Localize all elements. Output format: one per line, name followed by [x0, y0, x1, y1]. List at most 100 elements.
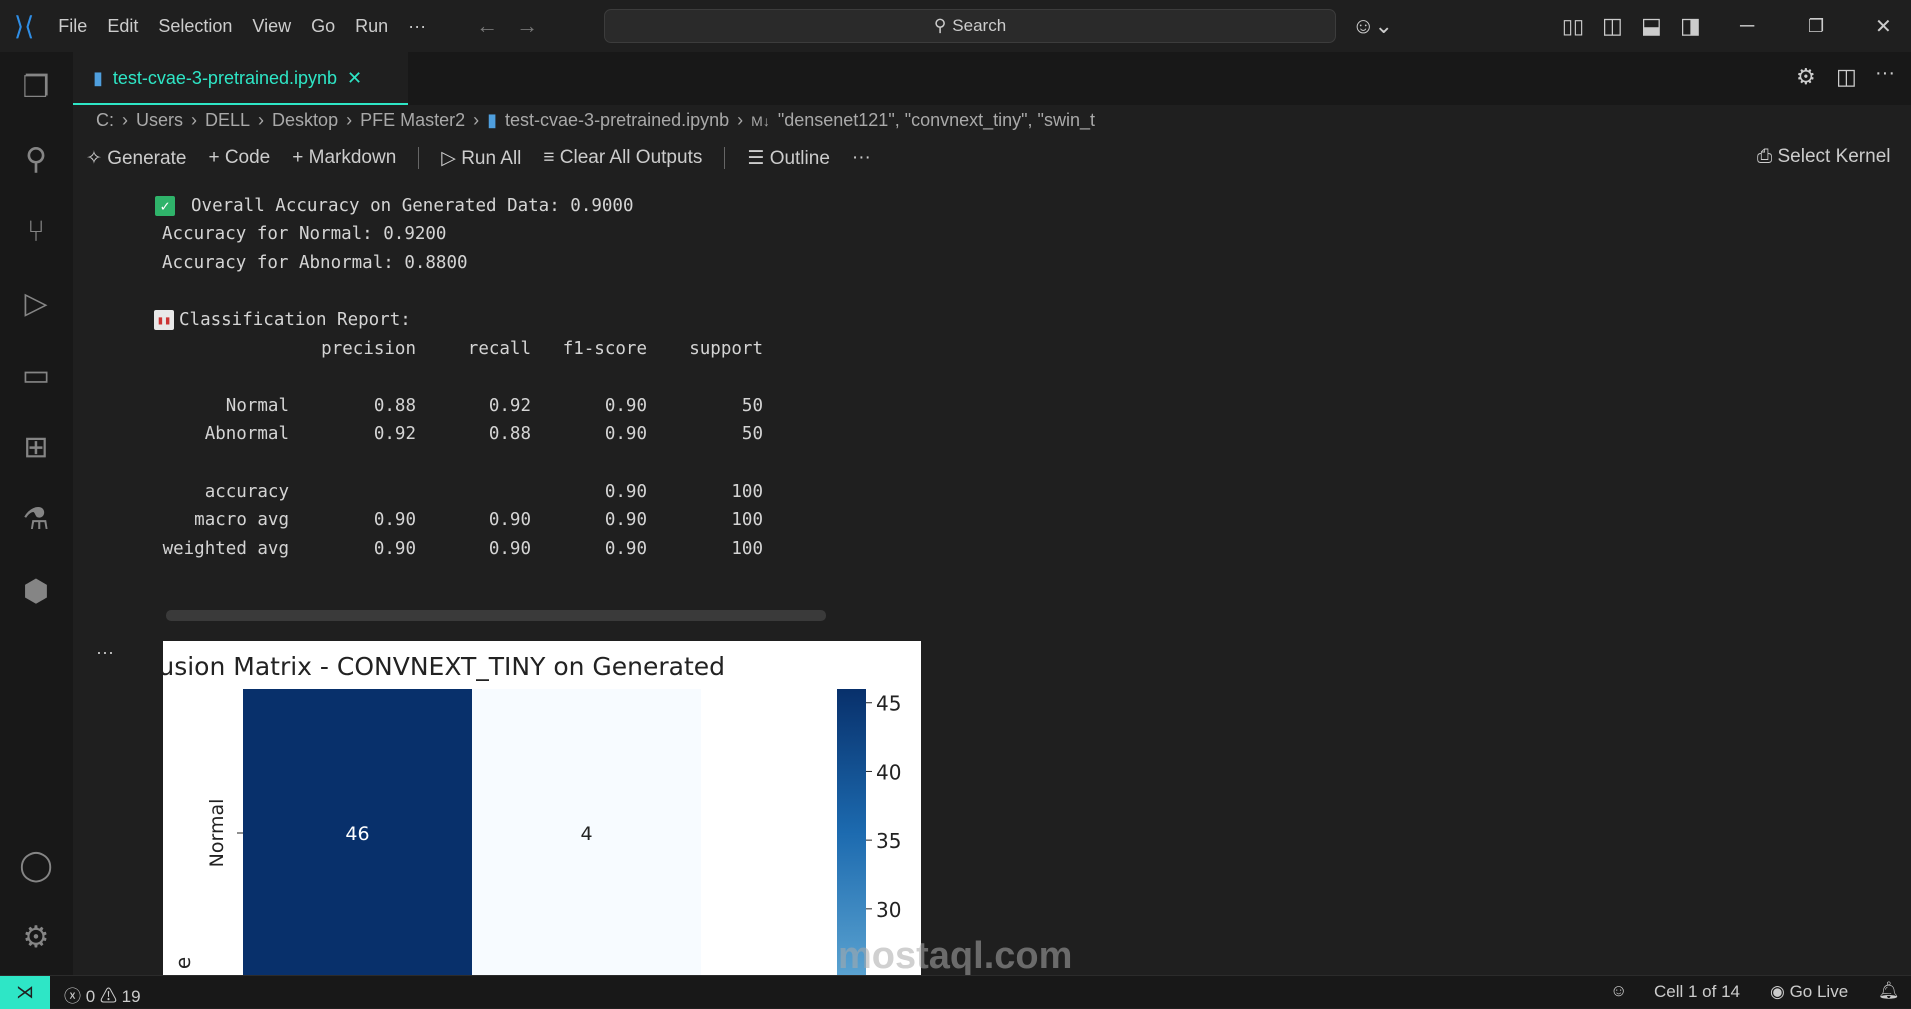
remote-explorer-icon[interactable]: ▭	[16, 356, 56, 396]
colorbar-tick-label: 45	[876, 692, 901, 716]
abnormal-accuracy: Accuracy for Abnormal: 0.8800	[162, 253, 468, 273]
menu-edit[interactable]: Edit	[97, 16, 148, 37]
menu-go[interactable]: Go	[301, 16, 345, 37]
close-icon[interactable]: ✕	[1875, 14, 1892, 39]
split-editor-icon[interactable]: ◫	[1836, 64, 1857, 90]
breadcrumb-item[interactable]: Users	[136, 110, 183, 131]
menu-selection[interactable]: Selection	[148, 16, 242, 37]
warning-icon: ⚠	[99, 987, 117, 1006]
bell-icon[interactable]: 🔔︎	[1878, 981, 1900, 1001]
add-markdown-button[interactable]: + Markdown	[292, 147, 396, 169]
cell-indicator[interactable]: Cell 1 of 14	[1654, 982, 1740, 1002]
notebook-file-icon: ▮	[487, 110, 498, 130]
tab-bar: ▮ test-cvae-3-pretrained.ipynb ✕ ⚙ ◫ ···	[73, 52, 1911, 105]
menu-more[interactable]: ···	[398, 16, 436, 37]
error-icon: ⓧ	[64, 987, 81, 1006]
minimize-icon[interactable]: ─	[1740, 15, 1754, 38]
problems-button[interactable]: ⓧ 0 ⚠ 19	[64, 982, 141, 1007]
chevron-right-icon: ›	[346, 110, 353, 130]
generate-label: Generate	[107, 147, 187, 169]
breadcrumb-item[interactable]: test-cvae-3-pretrained.ipynb	[505, 110, 729, 131]
go-live-button[interactable]: ◉ Go Live	[1770, 982, 1848, 1002]
overall-accuracy: Overall Accuracy on Generated Data: 0.90…	[191, 196, 634, 216]
breadcrumb-item[interactable]: C:	[96, 110, 114, 131]
breadcrumb-item[interactable]: PFE Master2	[360, 110, 465, 131]
clear-label: Clear All Outputs	[559, 147, 703, 168]
generate-button[interactable]: ✧ Generate	[86, 147, 186, 170]
run-all-button[interactable]: ▷ Run All	[441, 147, 521, 170]
account-icon[interactable]: ◯	[16, 846, 56, 886]
code-label: Code	[224, 147, 271, 168]
notebook-file-icon: ▮	[93, 68, 103, 88]
toggle-secondary-sidebar-icon[interactable]: ◨	[1680, 13, 1701, 39]
chevron-right-icon: ›	[473, 110, 480, 130]
confusion-matrix-chart: Confusion Matrix - CONVNEXT_TINY on Gene…	[163, 641, 921, 975]
layout-icon[interactable]: ▯▯	[1562, 14, 1584, 39]
source-control-icon[interactable]: ⑂	[16, 212, 56, 252]
cell-value: 46	[345, 823, 369, 845]
sparkle-icon: ✧	[86, 147, 102, 169]
back-arrow-icon[interactable]: ←	[476, 13, 498, 39]
watermark: mostaql.com	[838, 935, 1073, 977]
settings-gear-icon[interactable]: ⚙	[16, 918, 56, 958]
testing-icon[interactable]: ⚗	[16, 500, 56, 540]
search-view-icon[interactable]: ⚲	[16, 140, 56, 180]
toggle-sidebar-icon[interactable]: ◫	[1602, 13, 1623, 39]
row-label: accuracy	[204, 482, 289, 502]
menu-view[interactable]: View	[242, 16, 301, 37]
breadcrumb-item[interactable]: Desktop	[272, 110, 338, 131]
breadcrumb-item[interactable]: DELL	[205, 110, 250, 131]
checkmark-icon: ✓	[155, 196, 175, 216]
add-code-button[interactable]: + Code	[208, 147, 270, 169]
toggle-panel-icon[interactable]: ⬓	[1641, 13, 1662, 39]
status-bar: ⋊ ⓧ 0 ⚠ 19 ☺ Cell 1 of 14 ◉ Go Live 🔔︎	[0, 975, 1911, 1009]
restore-icon[interactable]: ❐	[1808, 16, 1824, 37]
chevron-right-icon: ›	[191, 110, 198, 130]
table-cell: 100	[731, 482, 763, 502]
clear-icon: ≡	[543, 147, 555, 168]
chevron-right-icon: ›	[737, 110, 744, 130]
copilot-icon[interactable]: ☺⌄	[1352, 13, 1393, 39]
breadcrumb-item[interactable]: "densenet121", "convnext_tiny", "swin_t	[778, 110, 1095, 131]
extensions-icon[interactable]: ⊞	[16, 428, 56, 468]
chevron-right-icon: ›	[122, 110, 128, 130]
menu-run[interactable]: Run	[345, 16, 398, 37]
forward-arrow-icon[interactable]: →	[516, 13, 538, 39]
containers-icon[interactable]: ⬢	[16, 572, 56, 612]
list-icon: ☰	[747, 147, 765, 169]
warning-count: 19	[121, 987, 141, 1006]
kernel-label: Select Kernel	[1777, 146, 1891, 167]
tab-close-icon[interactable]: ✕	[347, 68, 362, 89]
broadcast-icon: ◉	[1770, 982, 1785, 1001]
plus-icon: +	[292, 147, 304, 168]
outline-button[interactable]: ☰ Outline	[747, 147, 830, 170]
more-actions-icon[interactable]: ···	[1875, 62, 1895, 85]
normal-accuracy: Accuracy for Normal: 0.9200	[162, 224, 447, 244]
kernel-icon: ⎙	[1757, 146, 1773, 167]
remote-button[interactable]: ⋊	[0, 976, 50, 1009]
horizontal-scrollbar[interactable]	[166, 610, 826, 621]
copilot-status-icon[interactable]: ☺	[1610, 981, 1627, 1001]
notebook-toolbar: ✧ Generate + Code + Markdown ▷ Run All ≡…	[86, 144, 871, 172]
more-button[interactable]: ···	[852, 147, 871, 169]
plus-icon: +	[208, 147, 220, 168]
clear-outputs-button[interactable]: ≡ Clear All Outputs	[543, 147, 702, 169]
gear-icon[interactable]: ⚙	[1796, 64, 1816, 90]
run-all-label: Run All	[461, 147, 522, 169]
table-cell: 50	[741, 424, 763, 444]
select-kernel-button[interactable]: ⎙ Select Kernel	[1757, 146, 1891, 168]
menu-file[interactable]: File	[48, 16, 97, 37]
search-box[interactable]: ⚲ Search	[604, 9, 1336, 43]
y-tick-label: Normal	[206, 799, 228, 868]
colorbar-tick-label: 40	[876, 760, 901, 784]
divider	[724, 147, 726, 169]
tab-notebook[interactable]: ▮ test-cvae-3-pretrained.ipynb ✕	[73, 52, 408, 105]
chart-title: Confusion Matrix - CONVNEXT_TINY on Gene…	[163, 652, 725, 681]
vscode-logo-icon: ⟩⟨	[14, 10, 35, 41]
error-count: 0	[85, 987, 96, 1006]
breadcrumb: C: › Users › DELL › Desktop › PFE Master2 › ▮…	[96, 110, 1095, 131]
run-debug-icon[interactable]: ▷	[16, 284, 56, 324]
cell-more-button[interactable]: ···	[96, 642, 114, 663]
explorer-icon[interactable]: ❐	[16, 68, 56, 108]
table-cell: 100	[731, 539, 763, 559]
